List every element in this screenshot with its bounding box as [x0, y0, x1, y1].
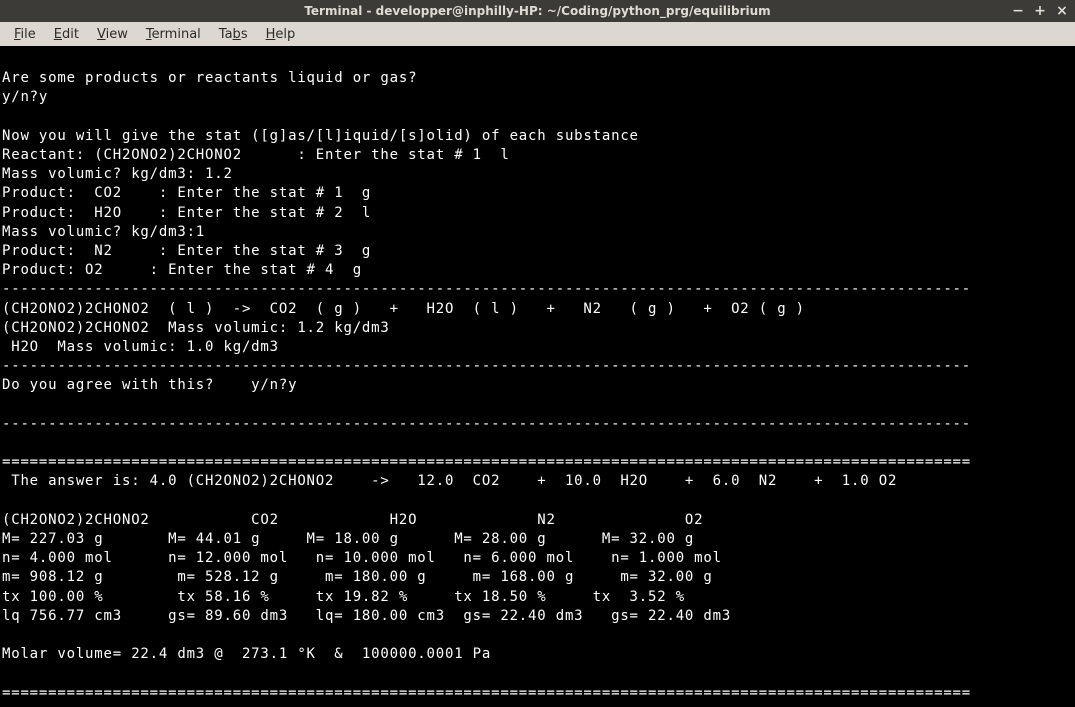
- terminal-line: [2, 434, 1073, 453]
- terminal-line: tx 100.00 % tx 58.16 % tx 19.82 % tx 18.…: [2, 588, 1073, 607]
- terminal-line: Product: H2O : Enter the stat # 2 l: [2, 204, 1073, 223]
- maximize-button[interactable]: +: [1033, 3, 1047, 19]
- menu-help[interactable]: Help: [258, 25, 304, 44]
- window-titlebar: Terminal - developper@inphilly-HP: ~/Cod…: [0, 0, 1075, 22]
- terminal-line: lq 756.77 cm3 gs= 89.60 dm3 lq= 180.00 c…: [2, 607, 1073, 626]
- menu-view-rest: iew: [106, 27, 128, 42]
- terminal-line: [2, 108, 1073, 127]
- menu-help-rest: elp: [275, 27, 295, 42]
- menu-tabs-rest: s: [241, 27, 248, 42]
- menu-tabs[interactable]: Tabs: [211, 25, 256, 44]
- terminal-line: ========================================…: [2, 684, 1073, 703]
- menubar: File Edit View Terminal Tabs Help: [0, 22, 1075, 46]
- terminal-line: Do you agree with this? y/n?y: [2, 376, 1073, 395]
- terminal-line: Now you will give the stat ([g]as/[l]iqu…: [2, 127, 1073, 146]
- terminal-line: ----------------------------------------…: [2, 357, 1073, 376]
- terminal-line: m= 908.12 g m= 528.12 g m= 180.00 g m= 1…: [2, 568, 1073, 587]
- terminal-line: Product: O2 : Enter the stat # 4 g: [2, 261, 1073, 280]
- terminal-line: Product: CO2 : Enter the stat # 1 g: [2, 184, 1073, 203]
- terminal-line: Are some products or reactants liquid or…: [2, 69, 1073, 88]
- close-button[interactable]: ×: [1055, 3, 1069, 19]
- menu-terminal-rest: erminal: [152, 27, 201, 42]
- terminal-line: (CH2ONO2)2CHONO2 CO2 H2O N2 O2: [2, 511, 1073, 530]
- menu-edit[interactable]: Edit: [46, 25, 87, 44]
- menu-edit-rest: dit: [62, 27, 79, 42]
- terminal-line: [2, 50, 1073, 69]
- terminal-line: (CH2ONO2)2CHONO2 ( l ) -> CO2 ( g ) + H2…: [2, 300, 1073, 319]
- terminal-line: Reactant: (CH2ONO2)2CHONO2 : Enter the s…: [2, 146, 1073, 165]
- menu-view[interactable]: View: [89, 25, 136, 44]
- terminal-line: (CH2ONO2)2CHONO2 Mass volumic: 1.2 kg/dm…: [2, 319, 1073, 338]
- terminal-line: Product: N2 : Enter the stat # 3 g: [2, 242, 1073, 261]
- terminal-line: Mass volumic? kg/dm3: 1.2: [2, 165, 1073, 184]
- minimize-button[interactable]: −: [1011, 3, 1025, 19]
- window-controls: − + ×: [1011, 3, 1075, 19]
- terminal-line: [2, 626, 1073, 645]
- menu-file-rest: ile: [21, 27, 36, 42]
- menu-tabs-pre: Ta: [219, 27, 233, 42]
- terminal-line: [2, 396, 1073, 415]
- terminal-line: Mass volumic? kg/dm3:1: [2, 223, 1073, 242]
- terminal-line: M= 227.03 g M= 44.01 g M= 18.00 g M= 28.…: [2, 530, 1073, 549]
- terminal-line: n= 4.000 mol n= 12.000 mol n= 10.000 mol…: [2, 549, 1073, 568]
- terminal-line: H2O Mass volumic: 1.0 kg/dm3: [2, 338, 1073, 357]
- terminal-line: [2, 665, 1073, 684]
- terminal-line: ----------------------------------------…: [2, 415, 1073, 434]
- terminal-line: ----------------------------------------…: [2, 280, 1073, 299]
- terminal-line: [2, 492, 1073, 511]
- terminal-line: The answer is: 4.0 (CH2ONO2)2CHONO2 -> 1…: [2, 472, 1073, 491]
- window-title: Terminal - developper@inphilly-HP: ~/Cod…: [0, 4, 1075, 18]
- terminal-line: y/n?y: [2, 88, 1073, 107]
- terminal-output[interactable]: Are some products or reactants liquid or…: [0, 46, 1075, 707]
- terminal-line: ========================================…: [2, 453, 1073, 472]
- menu-file[interactable]: File: [6, 25, 44, 44]
- terminal-line: Molar volume= 22.4 dm3 @ 273.1 °K & 1000…: [2, 645, 1073, 664]
- menu-terminal[interactable]: Terminal: [138, 25, 209, 44]
